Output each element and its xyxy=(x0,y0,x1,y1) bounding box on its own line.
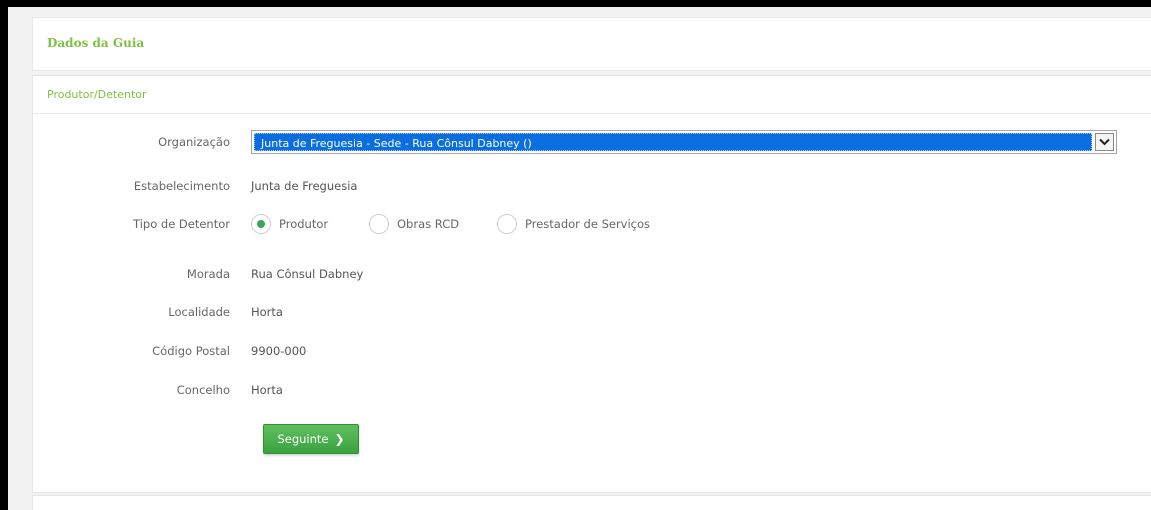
radio-produtor-circle[interactable] xyxy=(251,214,271,234)
radio-prestador-servicos-circle[interactable] xyxy=(497,214,517,234)
codigo-postal-label: Código Postal xyxy=(152,344,230,358)
radio-selected-dot xyxy=(257,220,265,228)
codigo-postal-value: 9900-000 xyxy=(251,344,307,358)
morada-value: Rua Cônsul Dabney xyxy=(251,267,364,281)
radio-obras-rcd-circle[interactable] xyxy=(369,214,389,234)
section-title: Produtor/Detentor xyxy=(47,88,147,101)
organizacao-row: Organização Junta de Freguesia - Sede - … xyxy=(33,130,1151,154)
panel-title: Dados da Guia xyxy=(47,36,145,50)
radio-produtor[interactable]: Produtor xyxy=(251,212,328,236)
localidade-value: Horta xyxy=(251,305,283,319)
tipo-detentor-row: Tipo de Detentor Produtor Obras RCD Pres… xyxy=(33,212,1151,236)
concelho-value: Horta xyxy=(251,383,283,397)
panel-header: Dados da Guia xyxy=(32,17,1151,71)
estabelecimento-value: Junta de Freguesia xyxy=(251,179,358,193)
radio-obras-rcd[interactable]: Obras RCD xyxy=(369,212,459,236)
chevron-right-icon: ❯ xyxy=(334,432,345,446)
tipo-detentor-label: Tipo de Detentor xyxy=(133,217,230,231)
codigo-postal-row: Código Postal 9900-000 xyxy=(33,339,1151,363)
next-button-label: Seguinte xyxy=(277,432,329,446)
chevron-down-icon[interactable] xyxy=(1095,133,1114,151)
localidade-label: Localidade xyxy=(168,305,230,319)
estabelecimento-row: Estabelecimento Junta de Freguesia xyxy=(33,174,1151,198)
estabelecimento-label: Estabelecimento xyxy=(133,179,230,193)
main-content: Dados da Guia Produtor/Detentor Organiza… xyxy=(8,7,1151,510)
form-panel: Produtor/Detentor Organização Junta de F… xyxy=(32,75,1151,493)
morada-label: Morada xyxy=(186,267,230,281)
select-selected-text: Junta de Freguesia - Sede - Rua Cônsul D… xyxy=(261,137,532,150)
section-header: Produtor/Detentor xyxy=(33,76,1151,114)
radio-obras-rcd-label: Obras RCD xyxy=(397,217,460,231)
select-selected-option: Junta de Freguesia - Sede - Rua Cônsul D… xyxy=(254,133,1092,151)
organizacao-select[interactable]: Junta de Freguesia - Sede - Rua Cônsul D… xyxy=(251,130,1117,154)
localidade-row: Localidade Horta xyxy=(33,300,1151,324)
organizacao-label: Organização xyxy=(158,135,230,149)
radio-prestador-servicos[interactable]: Prestador de Serviços xyxy=(497,212,650,236)
next-panel-edge xyxy=(32,495,1151,510)
next-button[interactable]: Seguinte ❯ xyxy=(263,424,359,454)
radio-prestador-servicos-label: Prestador de Serviços xyxy=(525,217,651,231)
radio-produtor-label: Produtor xyxy=(279,217,329,231)
concelho-label: Concelho xyxy=(176,383,230,397)
concelho-row: Concelho Horta xyxy=(33,378,1151,402)
morada-row: Morada Rua Cônsul Dabney xyxy=(33,262,1151,286)
